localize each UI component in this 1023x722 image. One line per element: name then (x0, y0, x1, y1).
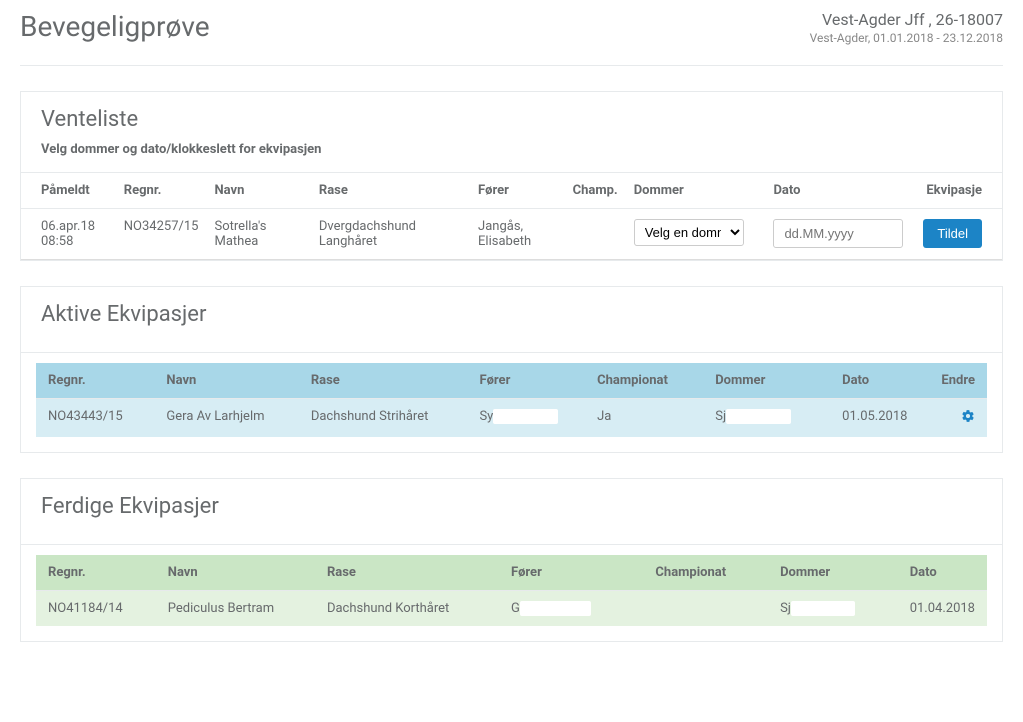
cell-dato: 01.04.2018 (898, 591, 987, 627)
org-label: Vest-Agder Jff , 26-18007 (810, 10, 1003, 29)
table-row: 06.apr.18 08:58 NO34257/15 Sotrella's Ma… (21, 209, 1002, 260)
cell-dommer: Sjxxxxxxxxxx (703, 399, 830, 438)
col-dommer: Dommer (703, 363, 830, 399)
aktive-panel: Aktive Ekvipasjer Regnr. Navn Rase Fører… (20, 286, 1003, 453)
cell-rase: Dvergdachshund Langhåret (311, 209, 470, 260)
col-dato: Dato (765, 173, 915, 209)
ferdige-table: Regnr. Navn Rase Fører Championat Dommer… (36, 555, 987, 626)
cell-endre (929, 399, 987, 438)
col-regnr: Regnr. (36, 555, 156, 591)
cell-forer: Jangås, Elisabeth (470, 209, 565, 260)
col-champ: Championat (585, 363, 703, 399)
venteliste-table: Påmeldt Regnr. Navn Rase Fører Champ. Do… (21, 173, 1002, 260)
dato-input[interactable] (773, 219, 903, 248)
aktive-title: Aktive Ekvipasjer (41, 302, 982, 327)
col-rase: Rase (311, 173, 470, 209)
col-champ: Champ. (565, 173, 626, 209)
page-header: Bevegeligprøve Vest-Agder Jff , 26-18007… (20, 0, 1003, 66)
col-regnr: Regnr. (36, 363, 154, 399)
dommer-select[interactable]: Velg en dommer (634, 219, 744, 246)
table-row: NO41184/14 Pediculus Bertram Dachshund K… (36, 591, 987, 627)
cell-dommer: Velg en dommer (626, 209, 766, 260)
header-meta: Vest-Agder Jff , 26-18007 Vest-Agder, 01… (810, 10, 1003, 45)
col-navn: Navn (207, 173, 311, 209)
cell-forer: Syxxxxxxxxxx (467, 399, 585, 438)
cell-dato: 01.05.2018 (830, 399, 929, 438)
cell-navn: Sotrella's Mathea (207, 209, 311, 260)
page-title: Bevegeligprøve (20, 10, 210, 43)
col-endre: Endre (929, 363, 987, 399)
venteliste-header: Venteliste Velg dommer og dato/klokkesle… (21, 92, 1002, 173)
venteliste-title: Venteliste (41, 107, 982, 132)
cell-rase: Dachshund Strihåret (299, 399, 468, 438)
col-forer: Fører (499, 555, 643, 591)
cell-dato (765, 209, 915, 260)
col-dato: Dato (830, 363, 929, 399)
ferdige-header: Ferdige Ekvipasjer (21, 479, 1002, 545)
cell-champ (565, 209, 626, 260)
cell-navn: Gera Av Larhjelm (154, 399, 298, 438)
ferdige-panel: Ferdige Ekvipasjer Regnr. Navn Rase Føre… (20, 478, 1003, 642)
cell-regnr: NO43443/15 (36, 399, 154, 438)
col-forer: Fører (470, 173, 565, 209)
aktive-header: Aktive Ekvipasjer (21, 287, 1002, 353)
cell-regnr: NO34257/15 (116, 209, 207, 260)
col-dommer: Dommer (626, 173, 766, 209)
cell-ekvipasje: Tildel (915, 209, 1002, 260)
cell-dommer: Sjxxxxxxxxxx (768, 591, 898, 627)
col-dato: Dato (898, 555, 987, 591)
col-navn: Navn (154, 363, 298, 399)
col-rase: Rase (315, 555, 499, 591)
cell-forer: Gxxxxxxxxxxx (499, 591, 643, 627)
venteliste-panel: Venteliste Velg dommer og dato/klokkesle… (20, 91, 1003, 261)
cell-navn: Pediculus Bertram (156, 591, 315, 627)
ferdige-title: Ferdige Ekvipasjer (41, 494, 982, 519)
venteliste-subtitle: Velg dommer og dato/klokkeslett for ekvi… (41, 142, 982, 157)
gear-icon[interactable] (961, 411, 975, 427)
aktive-table: Regnr. Navn Rase Fører Championat Dommer… (36, 363, 987, 437)
table-row: NO43443/15 Gera Av Larhjelm Dachshund St… (36, 399, 987, 438)
col-pameldt: Påmeldt (21, 173, 116, 209)
col-regnr: Regnr. (116, 173, 207, 209)
col-champ: Championat (643, 555, 768, 591)
col-forer: Fører (467, 363, 585, 399)
col-rase: Rase (299, 363, 468, 399)
date-range: Vest-Agder, 01.01.2018 - 23.12.2018 (810, 31, 1003, 45)
cell-champ (643, 591, 768, 627)
tildel-button[interactable]: Tildel (923, 219, 982, 248)
col-ekvipasje: Ekvipasje (915, 173, 1002, 209)
col-dommer: Dommer (768, 555, 898, 591)
cell-pameldt: 06.apr.18 08:58 (21, 209, 116, 260)
cell-champ: Ja (585, 399, 703, 438)
col-navn: Navn (156, 555, 315, 591)
cell-regnr: NO41184/14 (36, 591, 156, 627)
cell-rase: Dachshund Korthåret (315, 591, 499, 627)
